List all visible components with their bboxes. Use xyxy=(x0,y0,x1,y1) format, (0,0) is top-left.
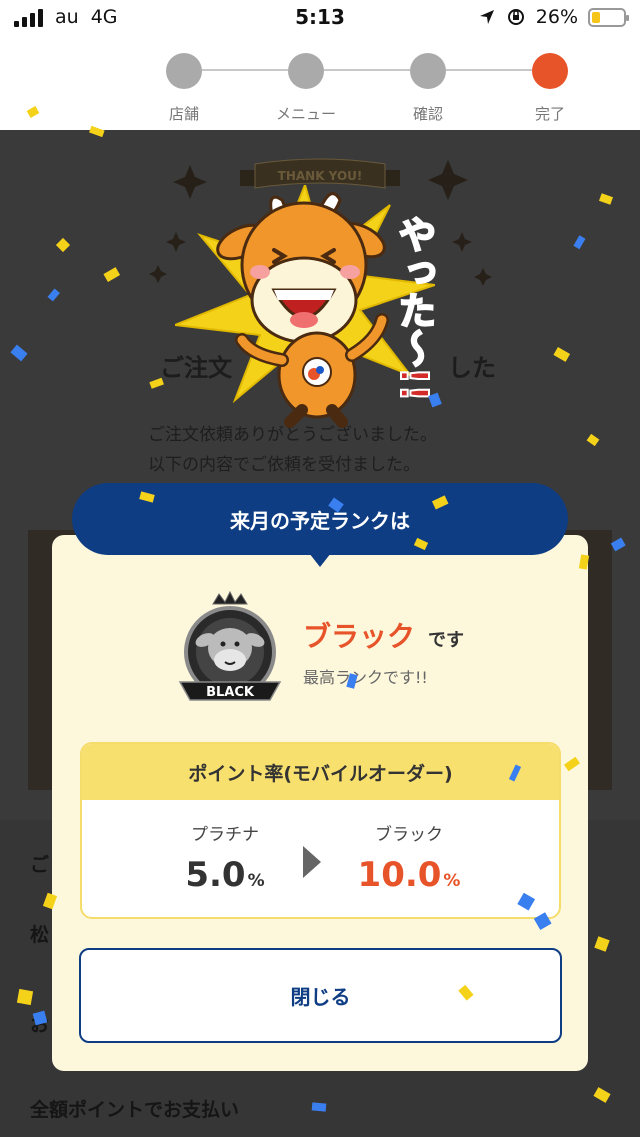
rotation-lock-icon xyxy=(507,9,524,25)
step-dot xyxy=(166,53,202,89)
status-right: 26% xyxy=(478,6,629,28)
location-icon xyxy=(479,10,494,24)
step-label: 確認 xyxy=(412,105,443,123)
order-progress-steps: 店舗 メニュー 確認 完了 xyxy=(0,36,640,130)
step-menu: メニュー xyxy=(261,53,351,124)
point-rate-card: ポイント率(モバイルオーダー) プラチナ 5.0% ブラック 10.0% xyxy=(80,742,561,919)
next-rank-label: ブラック xyxy=(375,825,443,845)
payment-method-row: 全額ポイントでお支払い xyxy=(30,1099,240,1121)
step-store: 店舗 xyxy=(139,53,229,124)
battery-percent: 26% xyxy=(535,6,578,28)
current-rank-label: プラチナ xyxy=(191,825,259,845)
detail-row: 松 xyxy=(30,924,50,946)
badge-label: BLACK xyxy=(206,685,255,700)
next-rank-name: ブラック xyxy=(303,620,416,653)
rank-suffix: です xyxy=(428,630,464,651)
current-rate: プラチナ 5.0% xyxy=(150,820,300,895)
step-label: 完了 xyxy=(534,105,565,123)
header-pointer xyxy=(309,553,331,567)
arrow-right-icon xyxy=(303,846,321,878)
next-rate: ブラック 10.0% xyxy=(334,820,484,895)
close-button[interactable]: 閉じる xyxy=(79,948,562,1043)
step-dot xyxy=(410,53,446,89)
step-label: メニュー xyxy=(275,105,336,123)
current-rate-value: 5.0% xyxy=(185,855,265,895)
step-confirm: 確認 xyxy=(383,53,473,124)
status-bar: au 4G 5:13 26% xyxy=(0,0,640,36)
close-button-label: 閉じる xyxy=(290,985,351,1009)
step-label: 店舗 xyxy=(168,105,199,123)
step-complete: 完了 xyxy=(505,53,595,124)
next-rate-value: 10.0% xyxy=(357,855,461,895)
detail-row: ご xyxy=(30,854,50,876)
step-dot xyxy=(288,53,324,89)
detail-row: お xyxy=(30,1014,50,1036)
rank-note: 最高ランクです!! xyxy=(303,668,428,687)
battery-icon xyxy=(588,7,629,27)
point-rate-title: ポイント率(モバイルオーダー) xyxy=(82,744,559,800)
step-dot-active xyxy=(532,53,568,89)
exclamation-text: やった〜!! xyxy=(391,214,437,403)
rank-modal-header: 来月の予定ランクは xyxy=(72,483,568,555)
black-rank-badge-icon: BLACK xyxy=(178,590,282,701)
modal-title: 来月の予定ランクは xyxy=(230,508,410,533)
